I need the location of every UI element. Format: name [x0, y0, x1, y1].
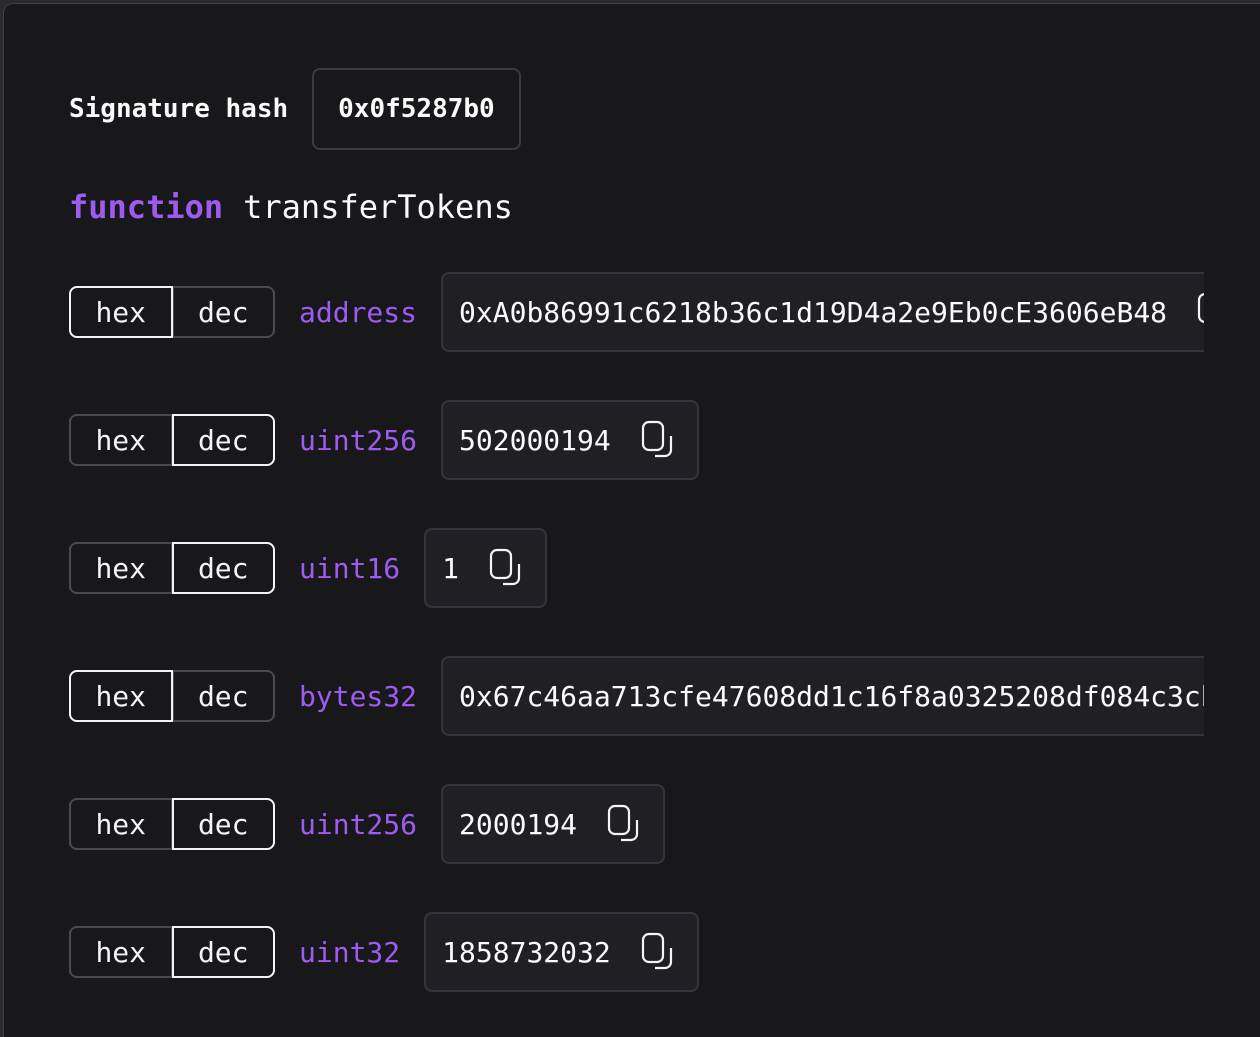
decoder-content: Signature hash 0x0f5287b0 function transf… — [4, 4, 1204, 1037]
function-keyword: function — [69, 188, 224, 226]
param-row: hex dec uint256 2000194 — [69, 784, 666, 864]
copy-icon[interactable] — [607, 804, 641, 844]
param-value-box: 0xA0b86991c6218b36c1d19D4a2e9Eb0cE3606eB… — [441, 272, 1204, 352]
hex-button[interactable]: hex — [69, 670, 173, 722]
decoder-panel: Signature hash 0x0f5287b0 function transf… — [3, 3, 1260, 1037]
hex-dec-toggle: hex dec — [69, 286, 275, 338]
dec-button[interactable]: dec — [172, 670, 275, 722]
function-signature: function transferTokens — [69, 182, 513, 232]
hex-dec-toggle: hex dec — [69, 798, 275, 850]
dec-button[interactable]: dec — [171, 926, 275, 978]
param-value-box: 1858732032 — [424, 912, 699, 992]
signature-hash-value[interactable]: 0x0f5287b0 — [312, 68, 521, 150]
param-value-box: 1 — [424, 528, 548, 608]
param-type: uint32 — [299, 935, 401, 969]
param-value[interactable]: 502000194 — [459, 424, 611, 457]
signature-label: Signature hash — [69, 94, 289, 124]
param-row: hex dec bytes32 0x67c46aa713cfe47608dd1c… — [69, 656, 1204, 736]
dec-button[interactable]: dec — [171, 798, 275, 850]
param-type: bytes32 — [299, 679, 418, 713]
copy-icon[interactable] — [1197, 292, 1204, 332]
function-name: transferTokens — [243, 188, 513, 226]
param-value-box: 502000194 — [441, 400, 699, 480]
copy-icon[interactable] — [641, 932, 675, 972]
param-type: address — [299, 295, 418, 329]
dec-button[interactable]: dec — [171, 542, 275, 594]
hex-button[interactable]: hex — [69, 414, 172, 466]
signature-row: Signature hash 0x0f5287b0 — [69, 68, 521, 150]
param-row: hex dec uint32 1858732032 — [69, 912, 699, 992]
param-row: hex dec address 0xA0b86991c6218b36c1d19D… — [69, 272, 1204, 352]
hex-button[interactable]: hex — [69, 286, 173, 338]
param-value[interactable]: 0xA0b86991c6218b36c1d19D4a2e9Eb0cE3606eB… — [459, 296, 1167, 329]
param-type: uint16 — [299, 551, 401, 585]
hex-dec-toggle: hex dec — [69, 926, 275, 978]
param-value[interactable]: 2000194 — [459, 808, 577, 841]
hex-dec-toggle: hex dec — [69, 414, 275, 466]
param-value-box: 0x67c46aa713cfe47608dd1c16f8a0325208df08… — [441, 656, 1204, 736]
dec-button[interactable]: dec — [171, 414, 275, 466]
param-value[interactable]: 1 — [442, 552, 459, 585]
param-type: uint256 — [299, 423, 418, 457]
dec-button[interactable]: dec — [172, 286, 275, 338]
hex-button[interactable]: hex — [69, 542, 172, 594]
param-row: hex dec uint16 1 — [69, 528, 548, 608]
param-value-box: 2000194 — [441, 784, 666, 864]
hex-button[interactable]: hex — [69, 798, 172, 850]
copy-icon[interactable] — [641, 420, 675, 460]
copy-icon[interactable] — [489, 548, 523, 588]
param-value[interactable]: 1858732032 — [442, 936, 611, 969]
hex-dec-toggle: hex dec — [69, 542, 275, 594]
param-type: uint256 — [299, 807, 418, 841]
hex-button[interactable]: hex — [69, 926, 172, 978]
hex-dec-toggle: hex dec — [69, 670, 275, 722]
param-value[interactable]: 0x67c46aa713cfe47608dd1c16f8a0325208df08… — [459, 680, 1204, 713]
param-row: hex dec uint256 502000194 — [69, 400, 699, 480]
